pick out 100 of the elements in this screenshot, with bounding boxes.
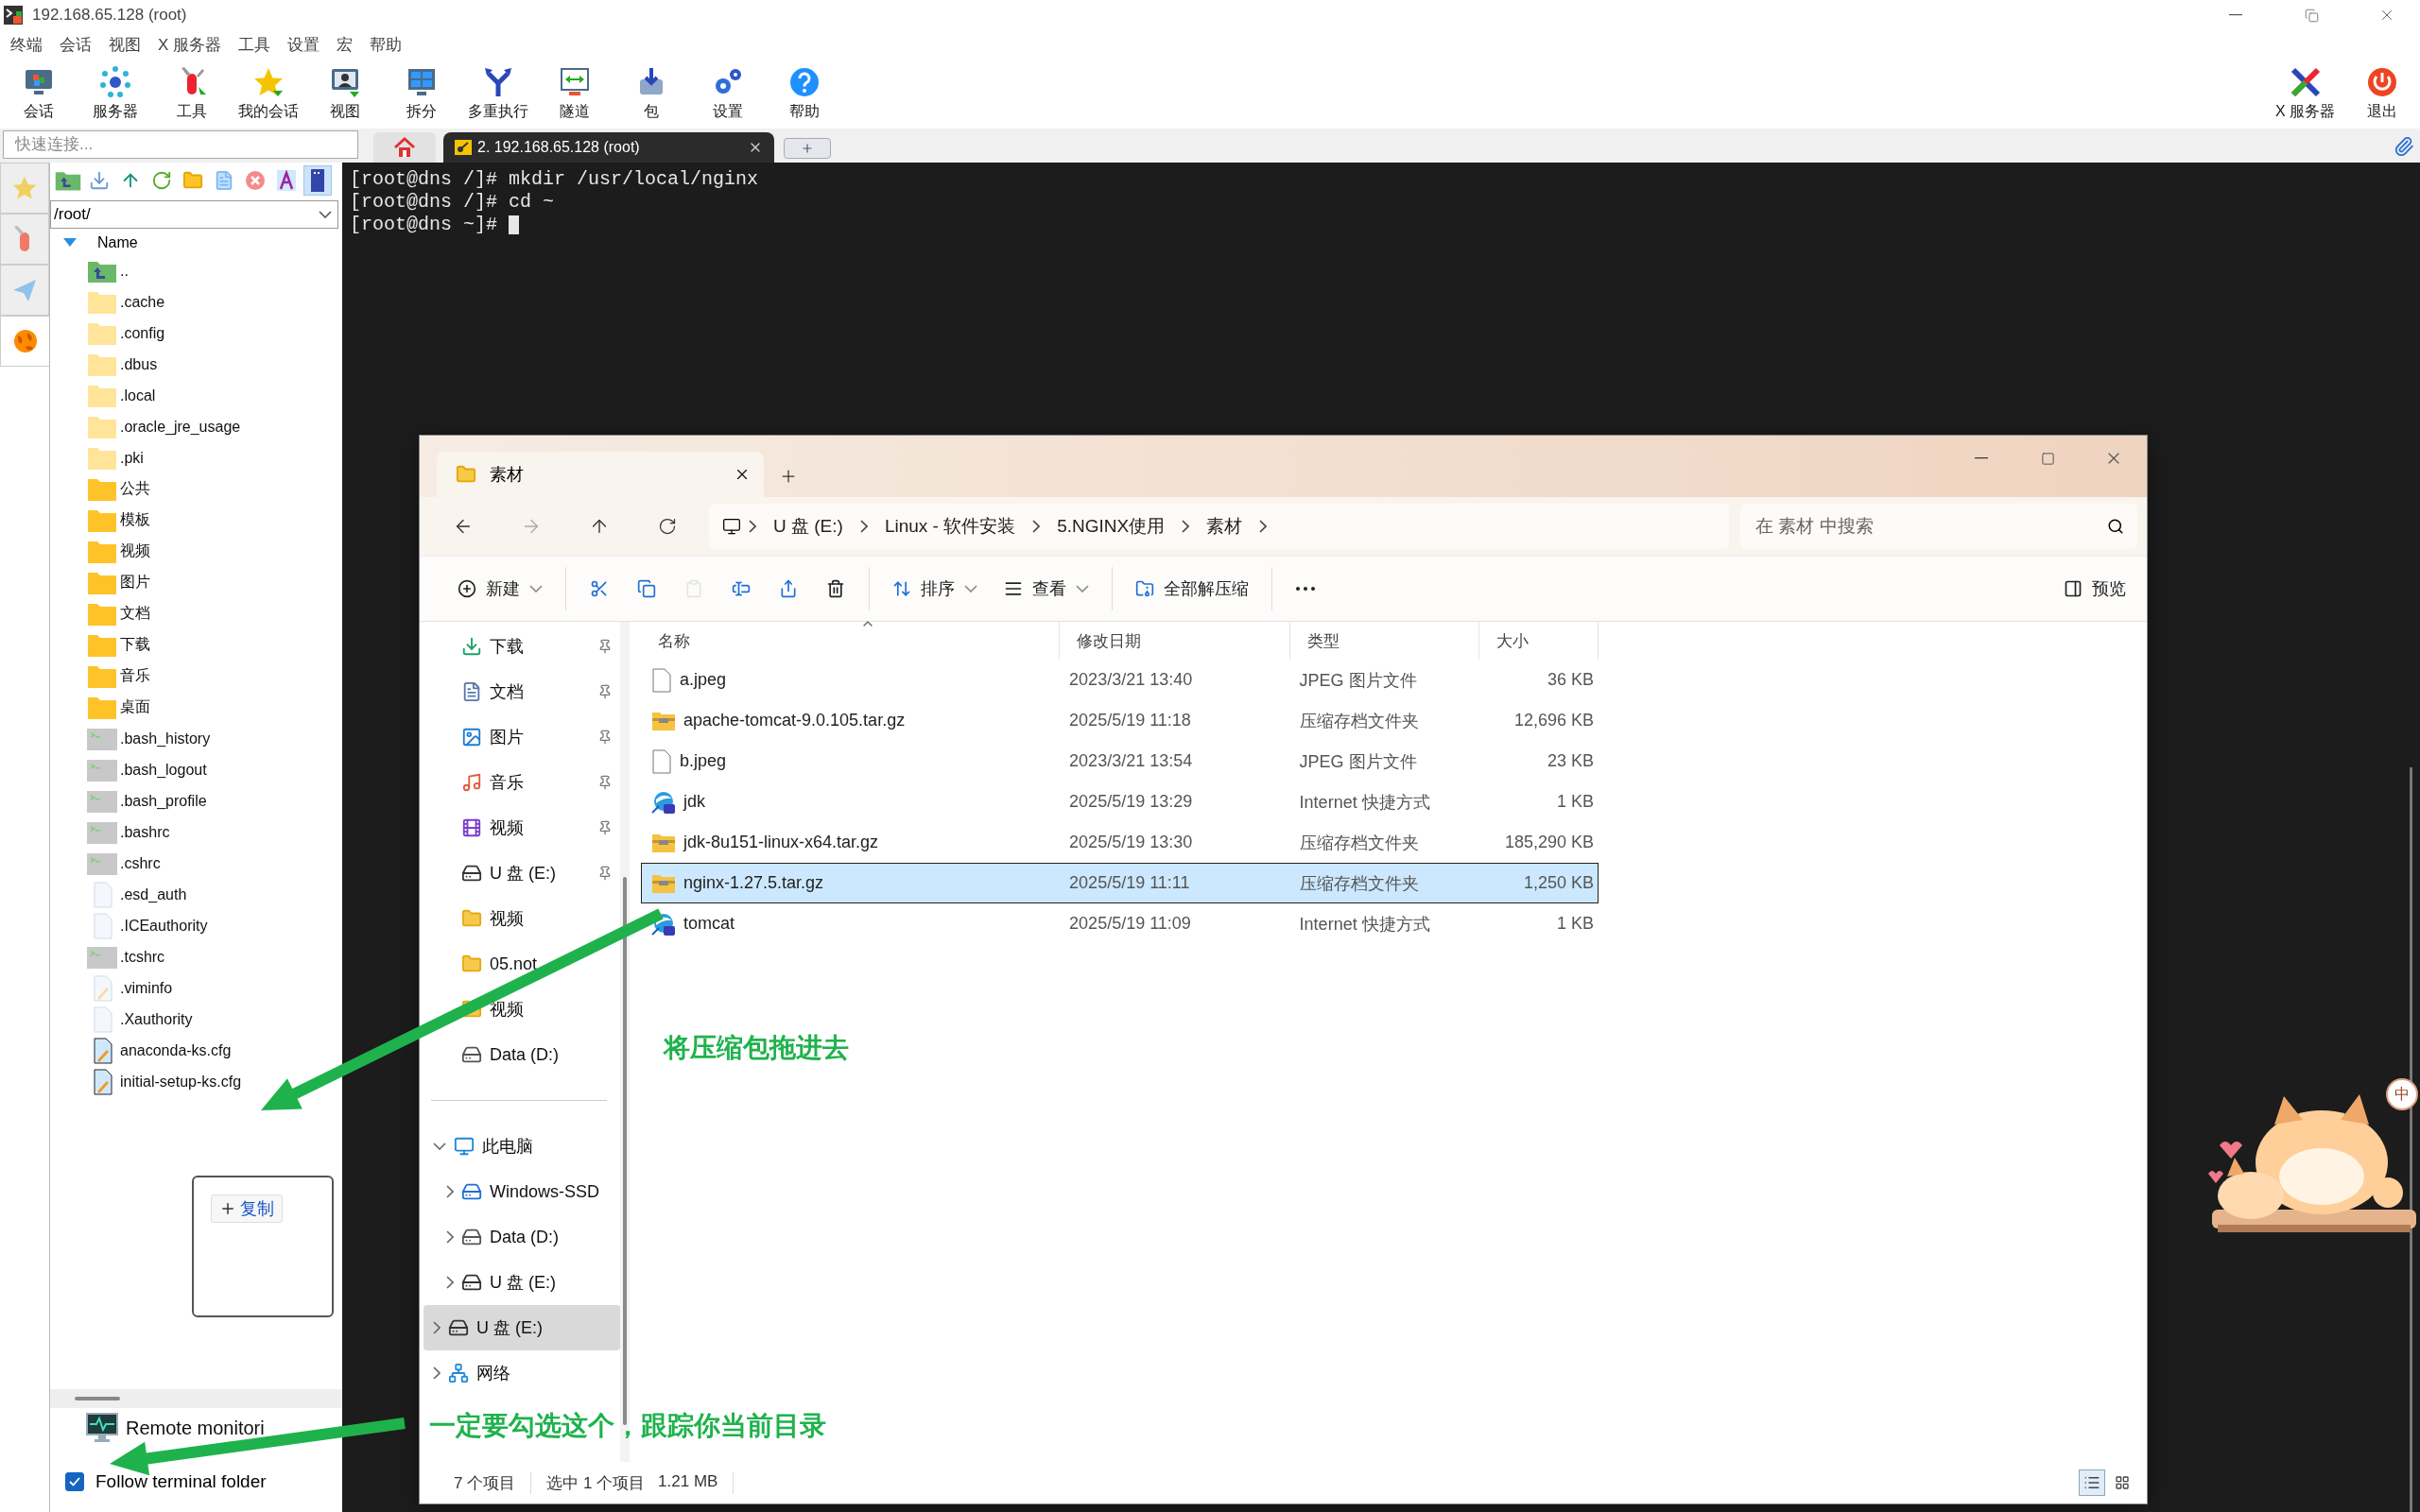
nav-item[interactable]: U 盘 (E:) bbox=[424, 1305, 620, 1350]
nav-item[interactable]: U 盘 (E:) bbox=[424, 850, 620, 896]
command-button[interactable]: 新建 bbox=[446, 567, 554, 610]
menu-item[interactable]: 终端 bbox=[2, 33, 51, 56]
toolbar-button[interactable]: X 服务器 bbox=[2267, 60, 2343, 127]
file-row[interactable]: jdk 2025/5/19 13:29 Internet 快捷方式 1 KB bbox=[641, 782, 1599, 822]
command-button[interactable]: 查看 bbox=[993, 567, 1100, 610]
file-row[interactable]: apache-tomcat-9.0.105.tar.gz 2025/5/19 11:18 压缩存档文件夹 12,696 KB bbox=[641, 700, 1599, 741]
file-row[interactable]: .bash_profile bbox=[50, 785, 342, 816]
session-tab[interactable]: 2. 192.168.65.128 (root) bbox=[443, 132, 774, 163]
file-row[interactable]: .bash_history bbox=[50, 723, 342, 754]
nav-item[interactable]: U 盘 (E:) bbox=[424, 1260, 620, 1305]
menu-item[interactable]: 宏 bbox=[328, 33, 362, 56]
side-tab[interactable] bbox=[0, 214, 49, 265]
file-row[interactable]: 桌面 bbox=[50, 692, 342, 723]
column-header[interactable]: 类型 bbox=[1290, 622, 1479, 660]
file-row[interactable]: .local bbox=[50, 380, 342, 411]
toolbar-button[interactable]: 工具 bbox=[153, 60, 230, 127]
file-row[interactable]: 下载 bbox=[50, 629, 342, 661]
column-header[interactable]: Name bbox=[97, 234, 138, 251]
file-row[interactable]: .bashrc bbox=[50, 816, 342, 848]
copy-button[interactable]: 复制 bbox=[211, 1194, 283, 1223]
toolbar-button[interactable]: 设置 bbox=[689, 60, 766, 127]
file-row[interactable]: b.jpeg 2023/3/21 13:54 JPEG 图片文件 23 KB bbox=[641, 741, 1599, 782]
file-row[interactable]: .bash_logout bbox=[50, 754, 342, 785]
explorer-tab[interactable]: 素材 bbox=[437, 452, 764, 497]
nav-item[interactable]: 音乐 bbox=[424, 760, 620, 805]
file-row[interactable]: .. bbox=[50, 255, 342, 286]
toolbar-button[interactable]: 会话 bbox=[0, 60, 77, 127]
file-row[interactable]: initial-setup-ks.cfg bbox=[50, 1066, 342, 1097]
breadcrumb-item[interactable]: 5.NGINX使用 bbox=[1047, 514, 1175, 539]
file-row[interactable]: 文档 bbox=[50, 598, 342, 629]
file-row[interactable]: 图片 bbox=[50, 567, 342, 598]
scrollbar-thumb[interactable] bbox=[623, 877, 627, 1425]
column-header[interactable]: 修改日期 bbox=[1060, 622, 1290, 660]
nav-item[interactable]: 视频 bbox=[424, 805, 620, 850]
quick-connect-field[interactable]: 快速连接... bbox=[3, 130, 358, 159]
nav-item[interactable]: 文档 bbox=[424, 669, 620, 714]
menu-item[interactable]: 视图 bbox=[100, 33, 149, 56]
command-button[interactable]: 全部解压缩 bbox=[1124, 567, 1260, 610]
toolbar-button[interactable]: 我的会话 bbox=[230, 60, 306, 127]
column-header[interactable]: 名称 bbox=[641, 622, 1060, 660]
paperclip-icon[interactable] bbox=[2394, 136, 2414, 157]
nav-item[interactable]: Data (D:) bbox=[424, 1032, 620, 1077]
scrollbar[interactable] bbox=[2410, 767, 2412, 1512]
file-row[interactable]: nginx-1.27.5.tar.gz 2025/5/19 11:11 压缩存档文件夹 1,250 KB bbox=[641, 863, 1599, 903]
nav-item[interactable]: Data (D:) bbox=[424, 1214, 620, 1260]
file-row[interactable]: .pki bbox=[50, 442, 342, 473]
nav-item[interactable]: 图片 bbox=[424, 714, 620, 760]
toolbar-button[interactable]: 包 bbox=[613, 60, 689, 127]
menu-item[interactable]: X 服务器 bbox=[149, 33, 231, 56]
home-tab[interactable] bbox=[373, 132, 436, 163]
breadcrumb-item[interactable]: Linux - 软件安装 bbox=[874, 514, 1026, 539]
menu-item[interactable]: 设置 bbox=[279, 33, 329, 56]
menu-item[interactable]: 帮助 bbox=[361, 33, 411, 56]
file-row[interactable]: a.jpeg 2023/3/21 13:40 JPEG 图片文件 36 KB bbox=[641, 660, 1599, 700]
nav-item[interactable]: Windows-SSD bbox=[424, 1169, 620, 1214]
new-tab-button[interactable] bbox=[784, 138, 831, 159]
nav-item[interactable]: 此电脑 bbox=[424, 1124, 620, 1169]
nav-item[interactable]: 网络 bbox=[424, 1350, 620, 1396]
side-tab[interactable] bbox=[0, 265, 49, 316]
view-button[interactable] bbox=[2079, 1469, 2105, 1496]
column-header[interactable]: 大小 bbox=[1479, 622, 1599, 660]
toolbar-button[interactable]: 退出 bbox=[2343, 60, 2420, 127]
file-row[interactable]: .dbus bbox=[50, 349, 342, 380]
resize-handle[interactable] bbox=[75, 1397, 120, 1400]
file-row[interactable]: .config bbox=[50, 318, 342, 349]
file-row[interactable]: anaconda-ks.cfg bbox=[50, 1035, 342, 1066]
panel-toggle-button[interactable] bbox=[303, 165, 332, 196]
command-button[interactable]: 排序 bbox=[881, 567, 989, 610]
nav-item[interactable]: 下载 bbox=[424, 624, 620, 669]
file-row[interactable]: .viminfo bbox=[50, 972, 342, 1004]
toolbar-button[interactable]: 隧道 bbox=[536, 60, 613, 127]
menu-item[interactable]: 工具 bbox=[230, 33, 280, 56]
file-row[interactable]: .cache bbox=[50, 286, 342, 318]
file-row[interactable]: .ICEauthority bbox=[50, 910, 342, 941]
menu-item[interactable]: 会话 bbox=[51, 33, 100, 56]
nav-item[interactable]: 视频 bbox=[424, 896, 620, 941]
path-dropdown[interactable]: /root/ bbox=[50, 200, 338, 229]
address-bar[interactable]: U 盘 (E:) Linux - 软件安装 5.NGINX使用 素材 bbox=[709, 504, 1729, 549]
toolbar-button[interactable]: 多重执行 bbox=[459, 60, 536, 127]
file-row[interactable]: .Xauthority bbox=[50, 1004, 342, 1035]
file-row[interactable]: .esd_auth bbox=[50, 879, 342, 910]
remote-monitoring-button[interactable]: Remote monitori bbox=[50, 1408, 342, 1448]
search-field[interactable]: 在 素材 中搜索 bbox=[1740, 504, 2137, 549]
breadcrumb-item[interactable]: 素材 bbox=[1197, 514, 1253, 539]
toolbar-button[interactable]: 帮助 bbox=[766, 60, 842, 127]
preview-button[interactable]: 预览 bbox=[2058, 576, 2132, 601]
toolbar-button[interactable]: 视图 bbox=[306, 60, 383, 127]
file-row[interactable]: 公共 bbox=[50, 473, 342, 505]
follow-folder-checkbox[interactable]: Follow terminal folder bbox=[50, 1461, 342, 1503]
toolbar-button[interactable]: 服务器 bbox=[77, 60, 153, 127]
breadcrumb-item[interactable]: U 盘 (E:) bbox=[764, 514, 853, 539]
file-row[interactable]: .tcshrc bbox=[50, 941, 342, 972]
file-row[interactable]: .cshrc bbox=[50, 848, 342, 879]
file-row[interactable]: 模板 bbox=[50, 505, 342, 536]
side-tab[interactable] bbox=[0, 316, 49, 367]
toolbar-button[interactable]: 拆分 bbox=[383, 60, 459, 127]
file-row[interactable]: 视频 bbox=[50, 536, 342, 567]
file-row[interactable]: .oracle_jre_usage bbox=[50, 411, 342, 442]
